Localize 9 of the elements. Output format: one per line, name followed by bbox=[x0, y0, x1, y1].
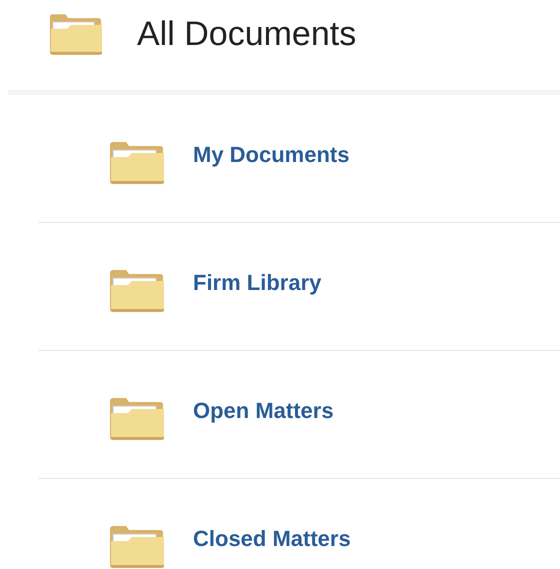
folder-icon bbox=[108, 269, 166, 313]
folder-link[interactable]: Firm Library bbox=[193, 270, 322, 296]
folder-link[interactable]: Closed Matters bbox=[193, 526, 351, 552]
folder-link[interactable]: My Documents bbox=[193, 142, 350, 168]
folder-link[interactable]: Open Matters bbox=[193, 398, 334, 424]
folder-icon bbox=[48, 12, 104, 56]
folder-icon bbox=[108, 397, 166, 441]
folder-icon bbox=[108, 141, 166, 185]
page-title: All Documents bbox=[137, 14, 356, 54]
